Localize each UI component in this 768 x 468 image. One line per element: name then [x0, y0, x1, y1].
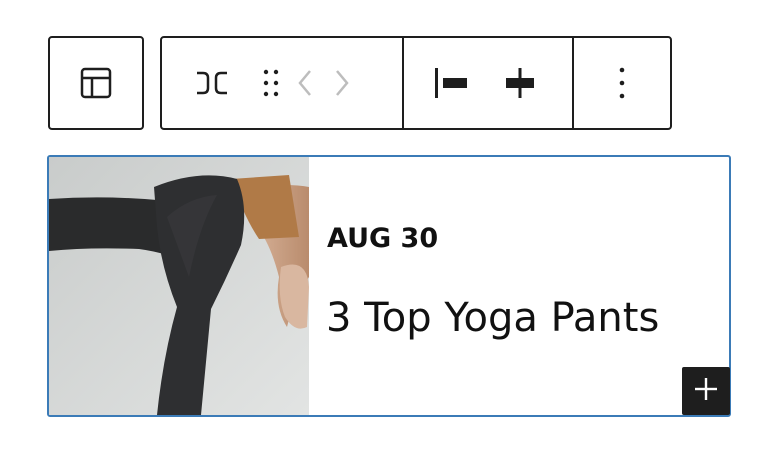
toolbar-group-justify	[404, 38, 574, 128]
post-template-block[interactable]: AUG 30 3 Top Yoga Pants	[47, 155, 731, 417]
yoga-photo[interactable]	[49, 157, 309, 415]
transform-block-button[interactable]	[162, 38, 262, 128]
query-loop-transform-icon	[194, 69, 230, 97]
chevron-left-icon	[297, 68, 313, 98]
drag-handle-icon	[262, 68, 280, 98]
move-right-button[interactable]	[330, 38, 354, 128]
post-title[interactable]: 3 Top Yoga Pants	[326, 295, 659, 341]
post-date[interactable]: AUG 30	[327, 223, 438, 254]
toolbar-group-options	[574, 38, 670, 128]
plus-icon	[693, 376, 719, 406]
toolbar-group-block	[162, 38, 404, 128]
add-block-button[interactable]	[682, 367, 730, 415]
justify-left-button[interactable]	[404, 38, 498, 128]
more-vertical-icon	[618, 66, 626, 100]
options-button[interactable]	[598, 38, 646, 128]
justify-center-icon	[502, 65, 538, 101]
drag-handle[interactable]	[262, 38, 280, 128]
block-toolbar	[160, 36, 672, 130]
justify-left-icon	[433, 65, 469, 101]
justify-center-button[interactable]	[498, 38, 542, 128]
chevron-right-icon	[334, 68, 350, 98]
parent-block-toolbar	[48, 36, 144, 130]
move-left-button[interactable]	[280, 38, 330, 128]
layout-template-icon	[79, 66, 113, 100]
select-parent-button[interactable]	[79, 66, 113, 100]
